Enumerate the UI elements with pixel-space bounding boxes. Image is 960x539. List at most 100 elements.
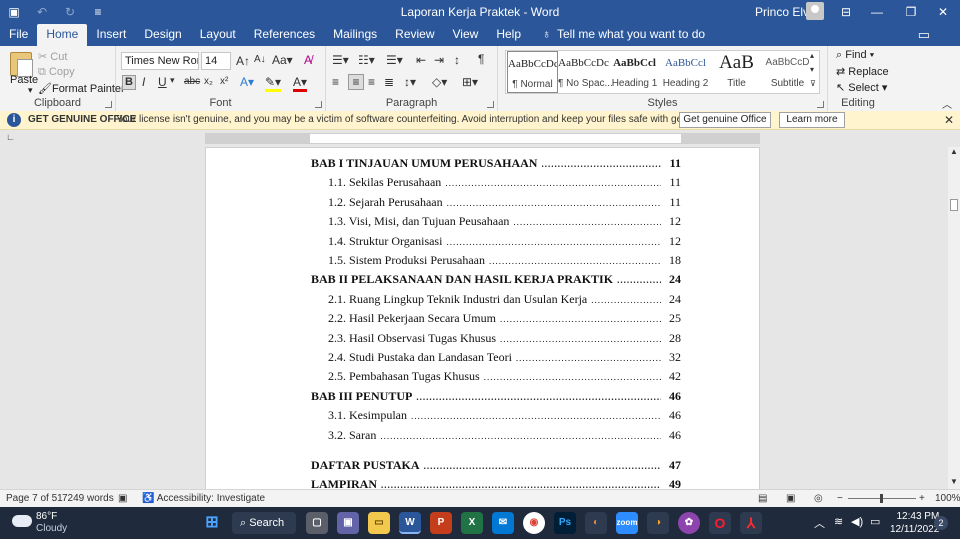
toc-entry[interactable]: LAMPIRAN................................… bbox=[311, 477, 681, 489]
proofing-icon[interactable]: ▣ bbox=[118, 493, 127, 504]
toc-entry[interactable]: 2.3. Hasil Observasi Tugas Khusus.......… bbox=[328, 331, 681, 349]
learn-more-button[interactable]: Learn more bbox=[779, 112, 845, 128]
mail-app-icon[interactable]: ✉ bbox=[492, 512, 514, 534]
minimize-icon[interactable]: — bbox=[860, 0, 894, 24]
tell-me-search[interactable]: ♁ Tell me what you want to do bbox=[530, 24, 705, 46]
font-color-icon[interactable]: A▾ bbox=[293, 75, 308, 92]
tab-layout[interactable]: Layout bbox=[191, 24, 245, 46]
comments-icon[interactable]: ▭ bbox=[918, 27, 930, 43]
clipboard-launcher-icon[interactable] bbox=[105, 101, 112, 108]
font-launcher-icon[interactable] bbox=[315, 101, 322, 108]
undo-icon[interactable]: ↶ bbox=[28, 0, 56, 24]
web-layout-icon[interactable]: ◎ bbox=[814, 493, 823, 504]
print-layout-icon[interactable]: ▣ bbox=[786, 493, 795, 504]
style-heading-1[interactable]: AaBbCcl Heading 1 bbox=[609, 51, 660, 93]
style-normal[interactable]: AaBbCcDc ¶ Normal bbox=[507, 51, 558, 93]
toc-entry[interactable]: 1.5. Sistem Produksi Perusahaan.........… bbox=[328, 253, 681, 271]
paste-button[interactable]: Paste bbox=[10, 74, 38, 86]
customize-toolbar-icon[interactable]: ≡ bbox=[84, 0, 112, 24]
document-area[interactable]: BAB I TINJAUAN UMUM PERUSAHAAN..........… bbox=[0, 147, 948, 489]
toc-entry[interactable]: BAB I TINJAUAN UMUM PERUSAHAAN..........… bbox=[311, 156, 681, 174]
toc-entry[interactable]: 1.3. Visi, Misi, dan Tujuan Peusahaan...… bbox=[328, 214, 681, 232]
tab-mailings[interactable]: Mailings bbox=[324, 24, 386, 46]
toc-entry[interactable]: DAFTAR PUSTAKA..........................… bbox=[311, 458, 681, 476]
align-center-icon[interactable]: ≡ bbox=[348, 74, 364, 90]
shrink-font-icon[interactable]: A↓ bbox=[254, 54, 266, 65]
zoom-level[interactable]: 100% bbox=[935, 493, 960, 504]
chrome-app-icon[interactable]: ◉ bbox=[523, 512, 545, 534]
excel-app-icon[interactable]: X bbox=[461, 512, 483, 534]
avatar[interactable] bbox=[806, 2, 824, 20]
superscript-button[interactable]: x² bbox=[220, 76, 228, 87]
read-mode-icon[interactable]: ▤ bbox=[758, 493, 767, 504]
styles-scroll-down-icon[interactable]: ▾ bbox=[810, 65, 814, 74]
shading-icon[interactable]: ◇▾ bbox=[432, 75, 447, 89]
replace-button[interactable]: ⇄ Replace bbox=[836, 65, 889, 78]
wifi-icon[interactable]: ≋ bbox=[834, 515, 843, 528]
subscript-button[interactable]: x₂ bbox=[204, 76, 213, 87]
find-button[interactable]: ⌕ Find ▾ bbox=[836, 49, 874, 62]
numbering-icon[interactable]: ☷▾ bbox=[358, 53, 375, 67]
font-size-select[interactable]: 14 bbox=[201, 52, 231, 70]
toc-entry[interactable]: 2.2. Hasil Pekerjaan Secara Umum........… bbox=[328, 311, 681, 329]
volume-icon[interactable]: ◀) bbox=[851, 515, 863, 528]
word-app-icon[interactable]: W bbox=[399, 512, 421, 534]
photoshop-app-icon[interactable]: Ps bbox=[554, 512, 576, 534]
notification-badge[interactable]: 2 bbox=[934, 516, 948, 530]
page-count[interactable]: Page 7 of 51 bbox=[6, 493, 63, 504]
italic-button[interactable]: I bbox=[142, 75, 145, 89]
toc-entry[interactable]: 2.5. Pembahasan Tugas Khusus............… bbox=[328, 369, 681, 387]
vertical-scrollbar[interactable]: ▲ ▼ bbox=[948, 147, 960, 489]
toc-entry[interactable]: 1.4. Struktur Organisasi................… bbox=[328, 234, 681, 252]
start-icon[interactable]: ⊞ bbox=[201, 512, 223, 534]
style-no-spacing[interactable]: AaBbCcDc ¶ No Spac... bbox=[558, 51, 613, 93]
styles-scroll-up-icon[interactable]: ▴ bbox=[810, 51, 814, 60]
bold-button[interactable]: B bbox=[122, 75, 136, 90]
cut-button[interactable]: ✂ Cut bbox=[38, 50, 67, 63]
scroll-thumb[interactable] bbox=[950, 199, 958, 211]
opera-app-icon[interactable]: O bbox=[709, 512, 731, 534]
tab-selector-icon[interactable]: ∟ bbox=[6, 132, 15, 142]
align-right-icon[interactable]: ≡ bbox=[368, 75, 375, 89]
bullets-icon[interactable]: ☰▾ bbox=[332, 53, 349, 67]
scroll-down-icon[interactable]: ▼ bbox=[950, 477, 958, 486]
decrease-indent-icon[interactable]: ⇤ bbox=[416, 53, 426, 67]
tab-references[interactable]: References bbox=[245, 24, 324, 46]
show-formatting-icon[interactable]: ¶ bbox=[478, 52, 484, 66]
redo-icon[interactable]: ↻ bbox=[56, 0, 84, 24]
close-infobar-icon[interactable]: ✕ bbox=[944, 113, 954, 127]
paragraph-launcher-icon[interactable] bbox=[487, 101, 494, 108]
word-count[interactable]: 7249 words bbox=[62, 493, 114, 504]
taskbar-search[interactable]: ⌕ Search bbox=[232, 512, 296, 534]
zoom-app-icon[interactable]: zoom bbox=[616, 512, 638, 534]
save-icon[interactable]: ▣ bbox=[0, 0, 28, 24]
battery-icon[interactable]: ▭ bbox=[870, 515, 880, 528]
line-spacing-icon[interactable]: ↕▾ bbox=[404, 75, 416, 89]
powerpoint-app-icon[interactable]: P bbox=[430, 512, 452, 534]
zoom-slider-thumb[interactable] bbox=[880, 494, 883, 503]
sort-icon[interactable]: ↕ bbox=[454, 53, 460, 67]
styles-launcher-icon[interactable] bbox=[817, 101, 824, 108]
style-heading-2[interactable]: AaBbCcl Heading 2 bbox=[660, 51, 711, 93]
increase-indent-icon[interactable]: ⇥ bbox=[434, 53, 444, 67]
toc-entry[interactable]: BAB III PENUTUP.........................… bbox=[311, 389, 681, 407]
tray-expand-icon[interactable]: ︿ bbox=[814, 515, 825, 531]
tab-view[interactable]: View bbox=[444, 24, 488, 46]
toc-entry[interactable]: 2.4. Studi Pustaka dan Landasan Teori...… bbox=[328, 350, 681, 368]
style-subtitle[interactable]: AaBbCcD Subtitle bbox=[762, 51, 813, 93]
tab-help[interactable]: Help bbox=[487, 24, 530, 46]
game-app-icon[interactable]: ✿ bbox=[678, 512, 700, 534]
collapse-ribbon-icon[interactable]: ︿ bbox=[942, 96, 952, 111]
accessibility-status[interactable]: ♿ Accessibility: Investigate bbox=[142, 493, 265, 504]
align-left-icon[interactable]: ≡ bbox=[332, 75, 339, 89]
clock[interactable]: 12:43 PM 12/11/2022 bbox=[890, 510, 939, 536]
highlight-icon[interactable]: ✎▾ bbox=[265, 75, 282, 92]
text-effects-icon[interactable]: A▾ bbox=[240, 75, 254, 89]
zoom-out-icon[interactable]: − bbox=[837, 493, 843, 504]
toc-entry[interactable]: 3.1. Kesimpulan.........................… bbox=[328, 408, 681, 426]
file-explorer-icon[interactable]: ▭ bbox=[368, 512, 390, 534]
format-painter-button[interactable]: 🖌Format Painter bbox=[38, 82, 125, 95]
styles-more-icon[interactable]: ⊽ bbox=[810, 79, 816, 88]
media-app-icon[interactable]: ◐ bbox=[585, 512, 607, 534]
ribbon-display-icon[interactable]: ⊟ bbox=[829, 0, 863, 24]
